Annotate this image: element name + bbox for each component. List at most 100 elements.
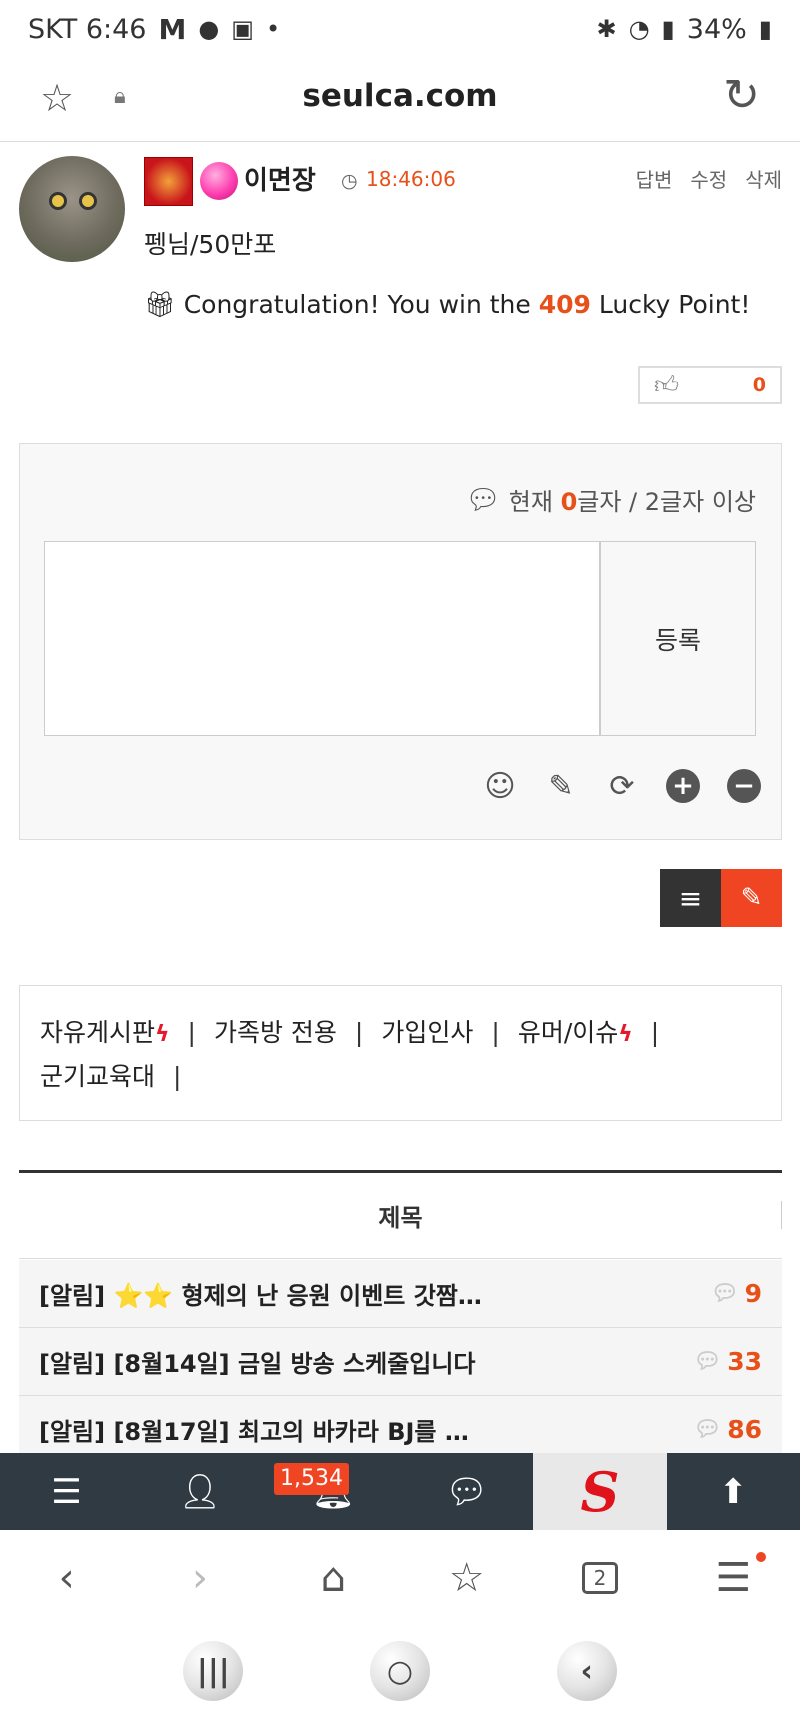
speech-bubble-icon: 💬︎: [465, 483, 501, 516]
back-system-icon[interactable]: ‹: [556, 1641, 617, 1701]
notification-badge: 1,534: [274, 1463, 349, 1495]
board-header: 제목: [19, 1173, 782, 1259]
gem-icon: [200, 162, 238, 200]
home-system-icon[interactable]: ○: [369, 1641, 430, 1701]
reply-button[interactable]: 답변: [636, 164, 673, 193]
gmail-icon: M: [158, 12, 187, 46]
category-discipline[interactable]: 군기교육대: [40, 1056, 155, 1098]
bookmarks-icon[interactable]: ☆: [400, 1530, 533, 1626]
clock-icon: ◷: [341, 170, 358, 192]
category-label: 군기교육대: [40, 1062, 156, 1091]
comment-bubble-icon: 💬︎: [693, 1417, 722, 1442]
row-title-text: 형제의 난 응원 이벤트 갓짬…: [173, 1282, 482, 1310]
author-name[interactable]: 이면장: [244, 160, 316, 197]
more-notifications-icon: •: [265, 15, 281, 43]
category-links: 자유게시판ϟ | 가족방 전용 | 가입인사 | 유머/이슈ϟ | 군기교육대 |: [19, 985, 782, 1121]
smile-icon[interactable]: ☺: [483, 769, 517, 804]
char-counter: 💬︎ 현재 0글자 / 2글자 이상: [465, 482, 756, 517]
row-prefix: [알림]: [39, 1350, 114, 1378]
row-title: [알림] [8월14일] 금일 방송 스케줄입니다: [39, 1344, 693, 1379]
plus-icon[interactable]: +: [666, 769, 700, 803]
logo-letter: S: [580, 1459, 620, 1524]
header-divider: [781, 1201, 782, 1229]
menu-icon[interactable]: ☰: [0, 1453, 133, 1530]
write-button[interactable]: ✎: [721, 869, 782, 927]
submit-comment-button[interactable]: 등록: [600, 541, 756, 736]
row-title-text: [8월14일] 금일 방송 스케줄입니다: [113, 1350, 476, 1378]
level-badge-icon: [144, 157, 193, 206]
comment-toolbar: ☺ ✎ ⟳ + −: [483, 769, 761, 804]
url-bar: ☆ 🔒︎ seulca.com ↻: [0, 58, 800, 142]
gift-icon: 🎁︎: [144, 290, 176, 319]
post-actions: 답변 수정 삭제: [636, 164, 782, 193]
row-title: [알림] [8월17일] 최고의 바카라 BJ를 …: [39, 1412, 693, 1447]
table-row[interactable]: [알림] ⭐⭐ 형제의 난 응원 이벤트 갓짬… 💬︎ 9: [19, 1260, 782, 1328]
notification-dot: [755, 1552, 766, 1562]
recents-icon[interactable]: |||: [183, 1641, 244, 1701]
chat-icon[interactable]: 💬︎: [400, 1453, 533, 1530]
comment-count-value: 86: [727, 1415, 762, 1444]
browser-nav: ‹ › ⌂ ☆ 2 ☰: [0, 1530, 800, 1626]
user-icon[interactable]: 👤︎: [133, 1453, 266, 1530]
row-prefix: [알림]: [39, 1282, 114, 1310]
list-icon: ≡: [678, 881, 703, 915]
category-label: 자유게시판: [40, 1018, 156, 1047]
row-title: [알림] ⭐⭐ 형제의 난 응원 이벤트 갓짬…: [39, 1276, 711, 1311]
column-title: 제목: [378, 1204, 423, 1232]
comment-count: 💬︎ 86: [693, 1415, 762, 1444]
separator: |: [650, 1018, 660, 1047]
home-icon[interactable]: ⌂: [267, 1530, 400, 1626]
hot-bolt-icon: ϟ: [155, 1022, 170, 1047]
pencil-icon[interactable]: ✎: [544, 769, 578, 804]
category-humor-issue[interactable]: 유머/이슈ϟ: [518, 1012, 633, 1056]
category-greetings[interactable]: 가입인사: [381, 1012, 473, 1054]
back-icon[interactable]: ‹: [0, 1530, 133, 1626]
separator: |: [187, 1018, 196, 1047]
comment-count: 💬︎ 9: [711, 1279, 762, 1308]
char-count-value: 0: [560, 488, 578, 516]
like-button[interactable]: 👍︎ 0: [638, 366, 782, 404]
battery-icon: ▮: [758, 15, 772, 43]
site-bottom-nav: ☰ 👤︎ 🔔︎ 💬︎ S ⬆: [0, 1453, 800, 1530]
lucky-point-message: 🎁︎ Congratulation! You win the 409 Lucky…: [144, 290, 750, 320]
comment-count-value: 33: [727, 1347, 762, 1376]
site-logo[interactable]: S: [533, 1453, 667, 1530]
pencil-icon: ✎: [740, 883, 763, 913]
pay-icon: ▣: [231, 15, 254, 43]
table-row[interactable]: [알림] [8월14일] 금일 방송 스케줄입니다 💬︎ 33: [19, 1328, 782, 1396]
like-count: 0: [752, 374, 766, 396]
browser-menu-icon[interactable]: ☰: [667, 1530, 800, 1626]
category-free-board[interactable]: 자유게시판ϟ: [40, 1012, 170, 1056]
comment-count: 💬︎ 33: [693, 1347, 762, 1376]
url-domain[interactable]: seulca.com: [0, 78, 800, 114]
separator: |: [354, 1018, 364, 1047]
separator: |: [491, 1018, 500, 1047]
reload-icon[interactable]: ↻: [723, 70, 760, 121]
system-nav: ||| ○ ‹: [0, 1626, 800, 1716]
char-count-suffix: 글자 / 2글자 이상: [577, 488, 756, 516]
list-button[interactable]: ≡: [660, 869, 721, 927]
refresh-icon[interactable]: ⟳: [605, 769, 639, 804]
thumbs-up-icon: 👍︎: [654, 370, 680, 399]
comment-bubble-icon: 💬︎: [710, 1281, 739, 1306]
edit-button[interactable]: 수정: [690, 164, 727, 193]
delete-button[interactable]: 삭제: [745, 164, 782, 193]
category-family-room[interactable]: 가족방 전용: [214, 1012, 337, 1054]
avatar[interactable]: [19, 156, 125, 262]
battery-percent: 34%: [686, 13, 747, 45]
owl-eye-right: [79, 192, 97, 210]
tabs-button[interactable]: 2: [533, 1530, 666, 1626]
minus-icon[interactable]: −: [727, 769, 761, 803]
post-time: 18:46:06: [366, 167, 456, 191]
comment-form: 💬︎ 현재 0글자 / 2글자 이상 등록 ☺ ✎ ⟳ + −: [19, 443, 782, 840]
post-subtitle: 펭님/50만포: [144, 230, 277, 259]
lucky-suffix: Lucky Point!: [590, 290, 751, 319]
owl-eye-left: [49, 192, 67, 210]
carrier-time: SKT 6:46: [28, 13, 147, 45]
arrow-up-icon[interactable]: ⬆: [667, 1453, 800, 1530]
signal-icon: ▮: [661, 15, 675, 43]
char-count-prefix: 현재: [508, 488, 561, 516]
comment-textarea[interactable]: [44, 541, 600, 736]
row-prefix: [알림]: [39, 1418, 114, 1446]
forward-icon[interactable]: ›: [133, 1530, 266, 1626]
